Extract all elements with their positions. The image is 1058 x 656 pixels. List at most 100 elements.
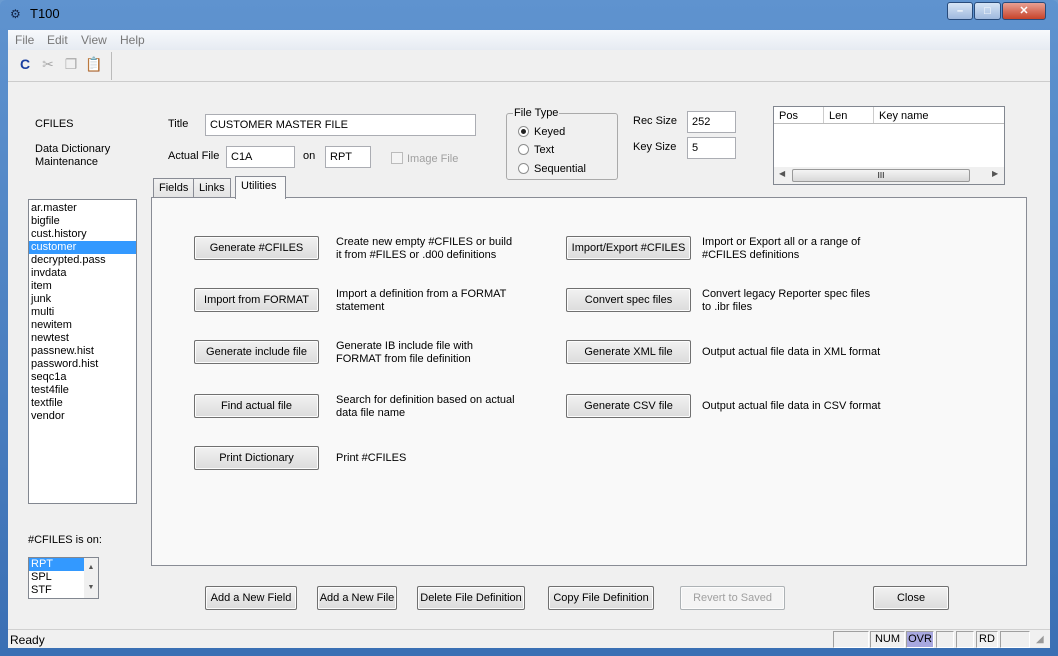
- file-list-item[interactable]: bigfile: [29, 215, 136, 228]
- key-size-input[interactable]: [687, 137, 736, 159]
- copy-icon[interactable]: ❐: [62, 56, 80, 74]
- generate-cfiles-button[interactable]: Generate #CFILES: [194, 236, 319, 260]
- app-window: ⚙ T100 – □ ✕ File Edit View Help C ✂ ❐ 📋…: [0, 0, 1058, 656]
- file-list-item[interactable]: item: [29, 280, 136, 293]
- find-actual-file-button[interactable]: Find actual file: [194, 394, 319, 418]
- add-field-button[interactable]: Add a New Field: [205, 586, 297, 610]
- generate-include-file-button[interactable]: Generate include file: [194, 340, 319, 364]
- print-dictionary-button[interactable]: Print Dictionary: [194, 446, 319, 470]
- utility-description: Search for definition based on actual dat…: [336, 394, 515, 420]
- file-list-item[interactable]: passnew.hist: [29, 345, 136, 358]
- maximize-button[interactable]: □: [974, 2, 1001, 20]
- file-list-item[interactable]: ar.master: [29, 202, 136, 215]
- delete-file-definition-button[interactable]: Delete File Definition: [417, 586, 525, 610]
- file-list-item[interactable]: customer: [29, 241, 136, 254]
- file-list-item[interactable]: newitem: [29, 319, 136, 332]
- keyed-radio[interactable]: [518, 126, 529, 137]
- status-panel: [936, 631, 954, 648]
- sequential-radio[interactable]: [518, 163, 529, 174]
- file-list-item[interactable]: junk: [29, 293, 136, 306]
- revert-to-saved-button[interactable]: Revert to Saved: [680, 586, 785, 610]
- file-list-item[interactable]: cust.history: [29, 228, 136, 241]
- keys-table-header: Pos Len Key name: [774, 107, 1004, 124]
- column-len[interactable]: Len: [829, 110, 847, 122]
- convert-spec-files-button[interactable]: Convert spec files: [566, 288, 691, 312]
- app-subtitle: Data Dictionary: [35, 143, 111, 155]
- file-list-item[interactable]: seqc1a: [29, 371, 136, 384]
- file-list-item[interactable]: invdata: [29, 267, 136, 280]
- utility-description: Print #CFILES: [336, 452, 406, 465]
- file-list-item[interactable]: vendor: [29, 410, 136, 423]
- description-line: Convert legacy Reporter spec files: [702, 288, 871, 300]
- file-list-item[interactable]: textfile: [29, 397, 136, 410]
- keys-table[interactable]: Pos Len Key name ◀ III ▶: [773, 106, 1005, 185]
- rd-indicator: RD: [976, 631, 998, 648]
- utility-description: Output actual file data in XML format: [702, 346, 880, 359]
- copy-file-definition-button[interactable]: Copy File Definition: [548, 586, 654, 610]
- file-list-item[interactable]: newtest: [29, 332, 136, 345]
- scrollbar-thumb[interactable]: III: [792, 169, 970, 182]
- toolbar: C ✂ ❐ 📋: [8, 50, 1050, 82]
- num-indicator: NUM: [870, 631, 905, 648]
- horizontal-scrollbar[interactable]: ◀ III ▶: [774, 167, 1004, 184]
- column-pos[interactable]: Pos: [779, 110, 798, 122]
- generate-csv-file-button[interactable]: Generate CSV file: [566, 394, 691, 418]
- resize-grip-icon[interactable]: ◢: [1036, 634, 1044, 645]
- description-line: statement: [336, 301, 385, 313]
- add-file-button[interactable]: Add a New File: [317, 586, 397, 610]
- tab-utilities[interactable]: Utilities: [235, 176, 286, 199]
- file-list-item[interactable]: multi: [29, 306, 136, 319]
- close-window-button[interactable]: ✕: [1002, 2, 1046, 20]
- tab-fields[interactable]: Fields: [153, 178, 195, 198]
- menu-edit[interactable]: Edit: [47, 33, 68, 47]
- description-line: Print #CFILES: [336, 452, 407, 464]
- generate-xml-file-button[interactable]: Generate XML file: [566, 340, 691, 364]
- menu-view[interactable]: View: [81, 33, 107, 47]
- file-list-item[interactable]: test4file: [29, 384, 136, 397]
- description-line: Create new empty #CFILES or build: [336, 236, 513, 248]
- import-export-cfiles-button[interactable]: Import/Export #CFILES: [566, 236, 691, 260]
- cfiles-on-label: #CFILES is on:: [28, 534, 102, 546]
- sequential-label: Sequential: [534, 163, 586, 175]
- description-line: to .ibr files: [702, 301, 753, 313]
- tab-links[interactable]: Links: [193, 178, 231, 198]
- image-file-checkbox[interactable]: [391, 152, 403, 164]
- rec-size-input[interactable]: [687, 111, 736, 133]
- minimize-button[interactable]: –: [947, 2, 973, 20]
- description-line: Search for definition based on actual: [336, 394, 515, 406]
- app-subtitle-2: Maintenance: [35, 156, 98, 168]
- rec-size-label: Rec Size: [633, 115, 678, 127]
- menu-file[interactable]: File: [15, 33, 34, 47]
- file-type-label: File Type: [513, 107, 560, 119]
- cut-icon[interactable]: ✂: [39, 56, 57, 74]
- file-list[interactable]: ar.master bigfile cust.history customer decr…: [28, 199, 137, 504]
- on-label: on: [303, 150, 316, 162]
- title-bar[interactable]: ⚙ T100 – □ ✕: [0, 0, 1058, 28]
- text-label: Text: [534, 144, 555, 156]
- import-from-format-button[interactable]: Import from FORMAT: [194, 288, 319, 312]
- title-input[interactable]: [205, 114, 476, 136]
- cfiles-icon[interactable]: C: [16, 56, 34, 74]
- app-name: CFILES: [35, 118, 74, 130]
- status-text: Ready: [10, 633, 45, 647]
- description-line: data file name: [336, 407, 406, 419]
- utility-description: Import or Export all or a range of #CFILE…: [702, 236, 860, 262]
- on-input[interactable]: [325, 146, 371, 168]
- column-key-name[interactable]: Key name: [879, 110, 929, 122]
- description-line: #CFILES definitions: [702, 249, 800, 261]
- utility-description: Import a definition from a FORMAT stateme…: [336, 288, 506, 314]
- vertical-scrollbar[interactable]: ▲ ▼: [84, 558, 98, 598]
- description-line: Output actual file data in CSV format: [702, 400, 881, 412]
- file-list-item[interactable]: decrypted.pass: [29, 254, 136, 267]
- list-item[interactable]: RPT: [29, 558, 84, 571]
- close-button[interactable]: Close: [873, 586, 949, 610]
- key-size-label: Key Size: [633, 141, 677, 153]
- paste-icon[interactable]: 📋: [85, 56, 103, 74]
- file-list-item[interactable]: password.hist: [29, 358, 136, 371]
- actual-file-input[interactable]: [226, 146, 295, 168]
- cfiles-on-list[interactable]: RPT SPL STF ▲ ▼: [28, 557, 99, 599]
- text-radio[interactable]: [518, 144, 529, 155]
- utility-description: Generate IB include file with FORMAT from…: [336, 340, 473, 366]
- image-file-label: Image File: [407, 153, 459, 165]
- menu-help[interactable]: Help: [120, 33, 145, 47]
